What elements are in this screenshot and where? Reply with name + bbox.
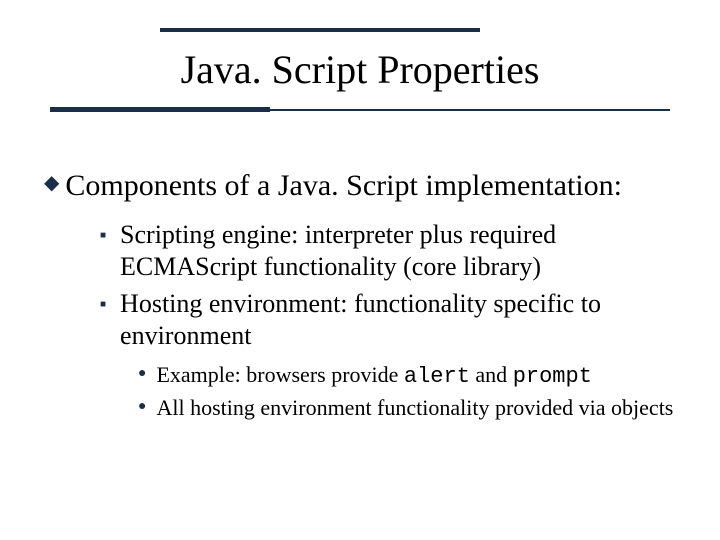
list-item: ■ Scripting engine: interpreter plus req… (100, 219, 676, 284)
level1-text: Components of a Java. Script implementat… (65, 167, 622, 205)
sub-list: ■ Scripting engine: interpreter plus req… (100, 219, 676, 422)
diamond-bullet-icon: ◆ (44, 173, 59, 193)
level3-text: All hosting environment functionality pr… (156, 394, 673, 422)
decorative-top-line (160, 28, 480, 32)
level2-text: Scripting engine: interpreter plus requi… (120, 219, 676, 284)
level3-text: Example: browsers provide alert and prom… (156, 361, 591, 391)
decorative-bottom-line (40, 107, 680, 113)
level2-text: Hosting environment: functionality speci… (120, 288, 676, 353)
square-bullet-icon: ■ (100, 300, 106, 310)
dot-bullet-icon: ● (138, 400, 146, 414)
code-text: alert (404, 364, 470, 389)
slide-title: Java. Script Properties (40, 28, 680, 107)
dot-bullet-icon: ● (138, 367, 146, 381)
text-fragment: and (470, 362, 513, 387)
square-bullet-icon: ■ (100, 231, 106, 241)
code-text: prompt (513, 364, 592, 389)
title-area: Java. Script Properties (40, 28, 680, 113)
list-item: ■ Hosting environment: functionality spe… (100, 288, 676, 353)
slide: Java. Script Properties ◆ Components of … (0, 0, 720, 540)
text-fragment: Example: browsers provide (156, 362, 403, 387)
list-item: ● Example: browsers provide alert and pr… (138, 361, 676, 391)
list-item: ◆ Components of a Java. Script implement… (44, 167, 676, 205)
list-item: ● All hosting environment functionality … (138, 394, 676, 422)
sub-sub-list: ● Example: browsers provide alert and pr… (138, 361, 676, 422)
content-area: ◆ Components of a Java. Script implement… (40, 143, 680, 422)
